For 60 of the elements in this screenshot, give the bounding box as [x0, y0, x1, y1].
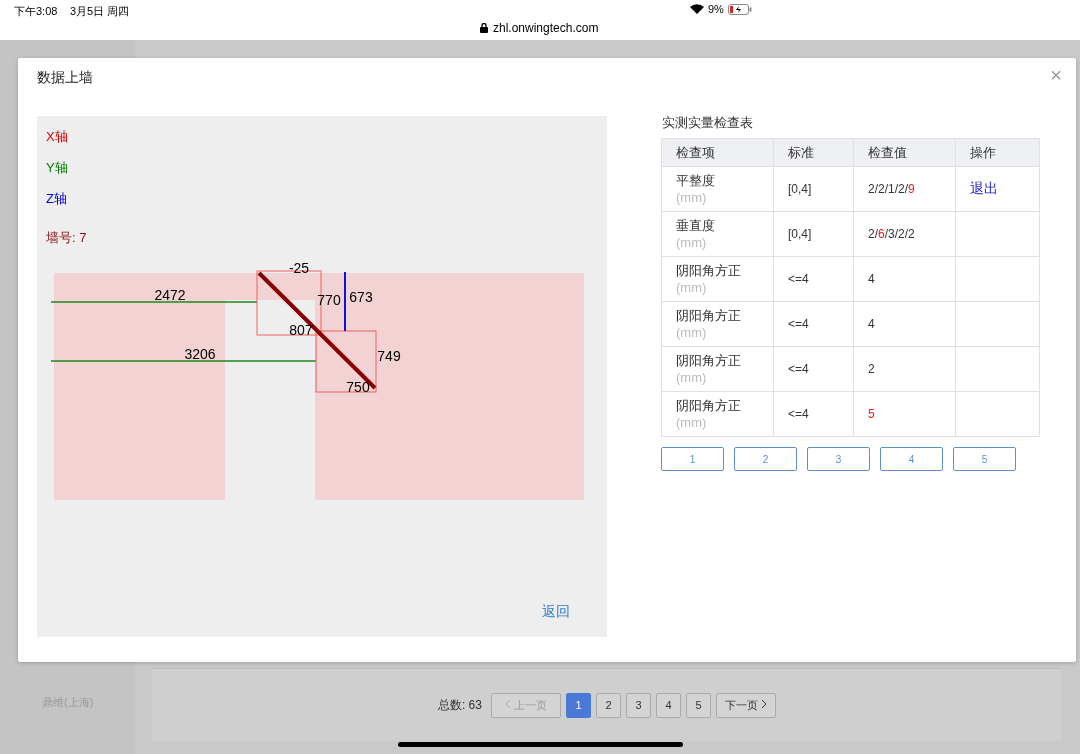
table-cell: 阴阳角方正 (mm) — [661, 346, 774, 392]
lock-icon — [480, 23, 488, 33]
table-cell: <=4 — [773, 391, 854, 437]
dimension-label: 2472 — [154, 287, 186, 303]
wifi-icon — [690, 4, 704, 14]
total-count: 总数: 63 — [437, 696, 482, 714]
dimension-label: 673 — [349, 289, 373, 305]
table-cell: <=4 — [773, 301, 854, 347]
page-button[interactable]: 1 — [565, 692, 591, 718]
axis-label: Y轴 — [46, 160, 68, 175]
table-cell: 阴阳角方正 (mm) — [661, 391, 774, 437]
close-button[interactable]: × — [1046, 64, 1066, 87]
battery-level: 9% — [708, 3, 724, 15]
table-cell: 4 — [853, 256, 956, 302]
column-header: 检查项 — [661, 138, 774, 167]
chevron-right-icon — [761, 698, 768, 709]
column-header: 标准 — [773, 138, 854, 167]
table-cell: 垂直度 (mm) — [661, 211, 774, 257]
battery-icon — [727, 3, 752, 15]
chevron-left-icon — [504, 698, 511, 709]
page-button[interactable]: 3 — [625, 692, 651, 718]
status-time: 下午3:08 — [14, 4, 58, 19]
dimension-label: 770 — [317, 292, 341, 308]
dimension-label: -25 — [288, 260, 310, 276]
wall-number: 墙号: 7 — [46, 230, 87, 245]
column-header: 检查值 — [853, 138, 956, 167]
page-button[interactable]: 2 — [734, 447, 797, 471]
axis-label: X轴 — [46, 129, 68, 144]
status-date: 3月5日 周四 — [70, 4, 130, 19]
axis-label: Z轴 — [46, 191, 67, 206]
table-cell: 2/2/1/2/9 — [853, 166, 956, 212]
dimension-label: 807 — [289, 322, 313, 338]
table-cell: <=4 — [773, 346, 854, 392]
page-button[interactable]: 1 — [661, 447, 724, 471]
url-address[interactable]: zhl.onwingtech.com — [480, 21, 599, 35]
table-cell: 2 — [853, 346, 956, 392]
column-header: 操作 — [955, 138, 1040, 167]
table-cell: 5 — [853, 391, 956, 437]
next-page-button[interactable]: 下一页 — [715, 692, 777, 718]
table-cell: 4 — [853, 301, 956, 347]
table-cell: [0,4] — [773, 166, 854, 212]
dimension-label: 3206 — [184, 346, 216, 362]
page-button[interactable]: 5 — [685, 692, 711, 718]
table-cell: 阴阳角方正 (mm) — [661, 256, 774, 302]
page-button[interactable]: 5 — [953, 447, 1016, 471]
exit-link[interactable]: 退出 — [970, 180, 998, 198]
back-link[interactable]: 返回 — [542, 603, 570, 621]
table-cell: 阴阳角方正 (mm) — [661, 301, 774, 347]
dimension-label: 749 — [377, 348, 401, 364]
page-button[interactable]: 3 — [807, 447, 870, 471]
page-button[interactable]: 4 — [655, 692, 681, 718]
table-title: 实测实量检查表 — [662, 114, 754, 132]
table-cell: <=4 — [773, 256, 854, 302]
dialog-title: 数据上墙 — [37, 69, 93, 87]
page-button[interactable]: 2 — [595, 692, 621, 718]
table-cell: 平整度 (mm) — [661, 166, 774, 212]
page-button[interactable]: 4 — [880, 447, 943, 471]
dimension-label: 750 — [346, 379, 370, 395]
table-cell: [0,4] — [773, 211, 854, 257]
table-cell: 2/6/3/2/2 — [853, 211, 956, 257]
